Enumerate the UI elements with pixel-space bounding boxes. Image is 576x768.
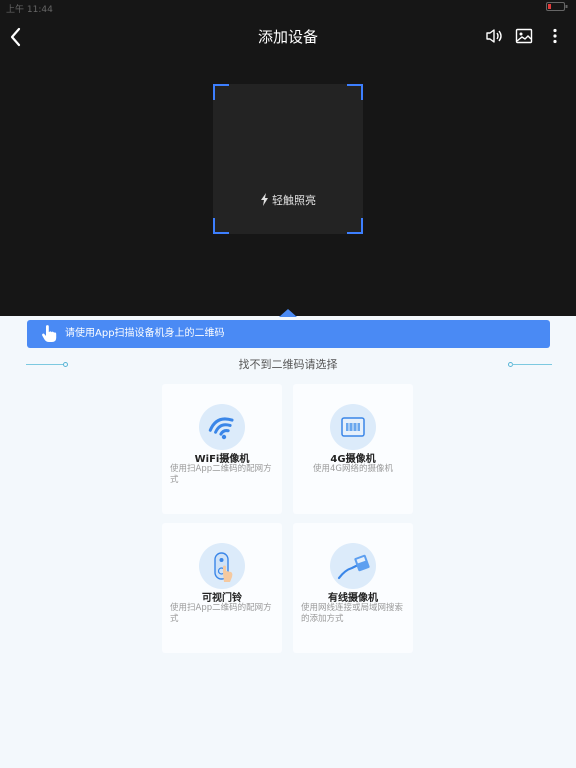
scan-frame: 轻触照亮 — [213, 84, 363, 234]
image-icon — [515, 28, 533, 44]
device-card-wired-camera[interactable]: 有线摄像机 使用网线连接或局域网搜索的添加方式 — [293, 523, 413, 653]
scan-instruction-banner: 请使用App扫描设备机身上的二维码 — [27, 320, 550, 348]
wifi-icon — [199, 404, 245, 450]
torch-toggle[interactable]: 轻触照亮 — [213, 192, 363, 208]
card-title: 4G摄像机 — [330, 454, 376, 465]
status-time: 上午 11:44 — [6, 5, 53, 15]
ethernet-cable-icon — [330, 543, 376, 589]
device-card-wifi-camera[interactable]: WiFi摄像机 使用扫App二维码的配网方式 — [162, 384, 282, 514]
torch-label: 轻触照亮 — [272, 194, 316, 207]
device-card-video-doorbell[interactable]: 可视门铃 使用扫App二维码的配网方式 — [162, 523, 282, 653]
banner-text: 请使用App扫描设备机身上的二维码 — [65, 328, 225, 339]
hint-row: 找不到二维码请选择 — [0, 356, 576, 374]
more-button[interactable] — [545, 26, 565, 46]
nav-bar: 添加设备 — [0, 22, 576, 52]
card-description: 使用网线连接或局域网搜索的添加方式 — [301, 603, 404, 624]
card-description: 使用4G网络的摄像机 — [313, 464, 393, 474]
card-title: 可视门铃 — [202, 593, 242, 604]
camera-preview: 上午 11:44 添加设备 轻触照亮 — [0, 0, 576, 316]
card-description: 使用扫App二维码的配网方式 — [170, 464, 272, 485]
hint-text: 找不到二维码请选择 — [238, 358, 338, 371]
divider-line — [512, 364, 552, 365]
frame-corner — [347, 84, 363, 100]
banner-pointer — [279, 309, 297, 317]
hand-pointer-icon — [42, 325, 57, 342]
more-vertical-icon — [553, 28, 557, 44]
status-battery — [546, 2, 568, 14]
frame-corner — [213, 84, 229, 100]
gallery-button[interactable] — [514, 26, 534, 46]
frame-corner — [213, 218, 229, 234]
flashlight-icon — [261, 193, 268, 206]
card-title: WiFi摄像机 — [194, 454, 250, 465]
card-title: 有线摄像机 — [328, 593, 378, 604]
frame-corner — [347, 218, 363, 234]
speaker-button[interactable] — [484, 26, 504, 46]
device-card-4g-camera[interactable]: 4G摄像机 使用4G网络的摄像机 — [293, 384, 413, 514]
doorbell-icon — [199, 543, 245, 589]
speaker-icon — [486, 29, 502, 43]
sim-card-icon — [330, 404, 376, 450]
card-description: 使用扫App二维码的配网方式 — [170, 603, 272, 624]
